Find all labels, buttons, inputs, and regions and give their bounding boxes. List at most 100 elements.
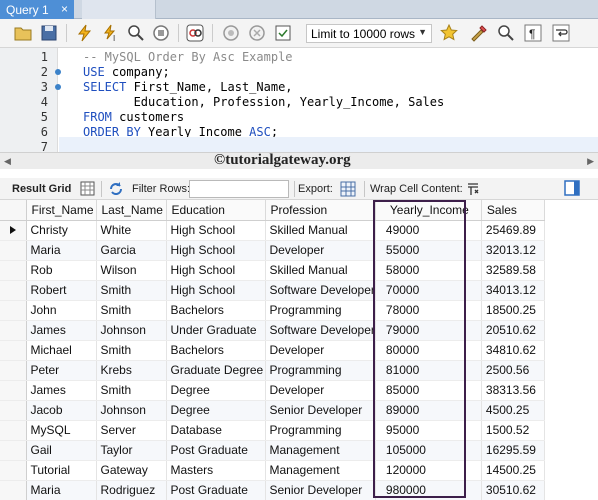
table-cell[interactable]: 78000 [375,300,482,321]
table-cell[interactable]: Masters [166,460,266,481]
table-cell[interactable]: 79000 [375,320,482,341]
table-row[interactable]: James Johnson Under Graduate Software Devel… [0,320,545,341]
row-header[interactable] [0,380,27,401]
table-cell[interactable]: Programming [265,300,376,321]
table-cell[interactable]: John [26,300,97,321]
row-header[interactable] [0,220,27,241]
table-cell[interactable]: 38313.56 [481,380,545,401]
table-cell[interactable]: Gail [26,440,97,461]
close-icon[interactable]: × [61,2,68,16]
table-cell[interactable]: Taylor [96,440,167,461]
table-cell[interactable]: 80000 [375,340,482,361]
table-cell[interactable]: 49000 [375,220,482,241]
table-cell[interactable]: Skilled Manual [265,260,376,281]
table-cell[interactable]: Smith [96,280,167,301]
table-cell[interactable]: Smith [96,340,167,361]
table-cell[interactable]: Maria [26,240,97,261]
table-cell[interactable]: Graduate Degree [166,360,266,381]
table-row[interactable]: James Smith Degree Developer 85000 38313.56 [0,380,545,401]
table-cell[interactable]: 4500.25 [481,400,545,421]
table-row[interactable]: Jacob Johnson Degree Senior Developer 89000 4… [0,400,545,421]
row-header[interactable] [0,240,27,261]
wrap-cell-icon[interactable] [466,182,480,196]
table-cell[interactable]: Developer [265,380,376,401]
export-icon[interactable] [340,181,356,197]
table-cell[interactable]: Software Developer [265,320,376,341]
column-header[interactable]: Yearly_Income [375,200,482,221]
row-header[interactable] [0,340,27,361]
table-cell[interactable]: Bachelors [166,340,266,361]
table-cell[interactable]: 980000 [375,480,482,500]
table-cell[interactable]: Management [265,460,376,481]
table-cell[interactable]: Christy [26,220,97,241]
scroll-right-icon[interactable]: ▶ [587,156,594,167]
table-cell[interactable]: Rodriguez [96,480,167,500]
limit-rows-select[interactable]: Limit to 10000 rows ▼ [306,24,432,43]
table-cell[interactable]: Michael [26,340,97,361]
wrap-icon[interactable] [552,24,570,42]
bookmark-icon[interactable] [440,24,458,42]
table-cell[interactable]: 1500.52 [481,420,545,441]
table-cell[interactable]: 32589.58 [481,260,545,281]
table-row[interactable]: Gail Taylor Post Graduate Management 105000 1… [0,440,545,461]
column-header[interactable]: Education [166,200,266,221]
grid-icon[interactable] [80,181,95,196]
table-cell[interactable]: Rob [26,260,97,281]
autocommit-icon[interactable] [274,24,292,42]
table-cell[interactable]: Software Developer [265,280,376,301]
table-cell[interactable]: 85000 [375,380,482,401]
table-cell[interactable]: MySQL [26,420,97,441]
table-cell[interactable]: Senior Developer [265,480,376,500]
table-cell[interactable]: 16295.59 [481,440,545,461]
table-cell[interactable]: 55000 [375,240,482,261]
table-cell[interactable]: Degree [166,380,266,401]
table-cell[interactable]: Programming [265,360,376,381]
table-cell[interactable]: Developer [265,240,376,261]
row-header[interactable] [0,440,27,461]
table-cell[interactable]: 89000 [375,400,482,421]
magnifier-icon[interactable] [127,24,145,42]
scroll-left-icon[interactable]: ◀ [4,156,11,167]
table-cell[interactable]: Gateway [96,460,167,481]
table-row[interactable]: Maria Rodriguez Post Graduate Senior Develo… [0,480,545,500]
table-cell[interactable]: Bachelors [166,300,266,321]
table-cell[interactable]: White [96,220,167,241]
table-cell[interactable]: 105000 [375,440,482,461]
table-row[interactable]: Robert Smith High School Software Developer… [0,280,545,301]
find-icon[interactable] [497,24,515,42]
table-cell[interactable]: 34013.12 [481,280,545,301]
table-cell[interactable]: 18500.25 [481,300,545,321]
tab-query-1[interactable]: Query 1 × [0,0,74,19]
row-header[interactable] [0,260,27,281]
table-cell[interactable]: 32013.12 [481,240,545,261]
table-cell[interactable]: 25469.89 [481,220,545,241]
table-cell[interactable]: Server [96,420,167,441]
column-header[interactable]: Sales [481,200,545,221]
side-panel-icon[interactable] [564,180,580,196]
stop-icon[interactable] [152,24,170,42]
table-cell[interactable]: James [26,320,97,341]
table-cell[interactable]: Management [265,440,376,461]
table-cell[interactable]: Garcia [96,240,167,261]
table-row[interactable]: John Smith Bachelors Programming 78000 18500.… [0,300,545,321]
column-header[interactable]: Profession [265,200,376,221]
row-header[interactable] [0,360,27,381]
table-row[interactable]: Maria Garcia High School Developer 55000 3201… [0,240,545,261]
table-cell[interactable]: Johnson [96,400,167,421]
table-cell[interactable]: 120000 [375,460,482,481]
table-cell[interactable]: High School [166,260,266,281]
table-cell[interactable]: 70000 [375,280,482,301]
column-header[interactable]: Last_Name [96,200,167,221]
table-cell[interactable]: Senior Developer [265,400,376,421]
table-cell[interactable]: 58000 [375,260,482,281]
folder-icon[interactable] [14,24,32,42]
table-cell[interactable]: Maria [26,480,97,500]
row-header[interactable] [0,320,27,341]
rollback-icon[interactable] [248,24,266,42]
row-header[interactable] [0,400,27,421]
table-row[interactable]: MySQL Server Database Programming 95000 1500.… [0,420,545,441]
table-cell[interactable]: Tutorial [26,460,97,481]
refresh-icon[interactable] [108,181,124,197]
tab-inactive[interactable] [82,0,156,19]
row-header[interactable] [0,460,27,481]
